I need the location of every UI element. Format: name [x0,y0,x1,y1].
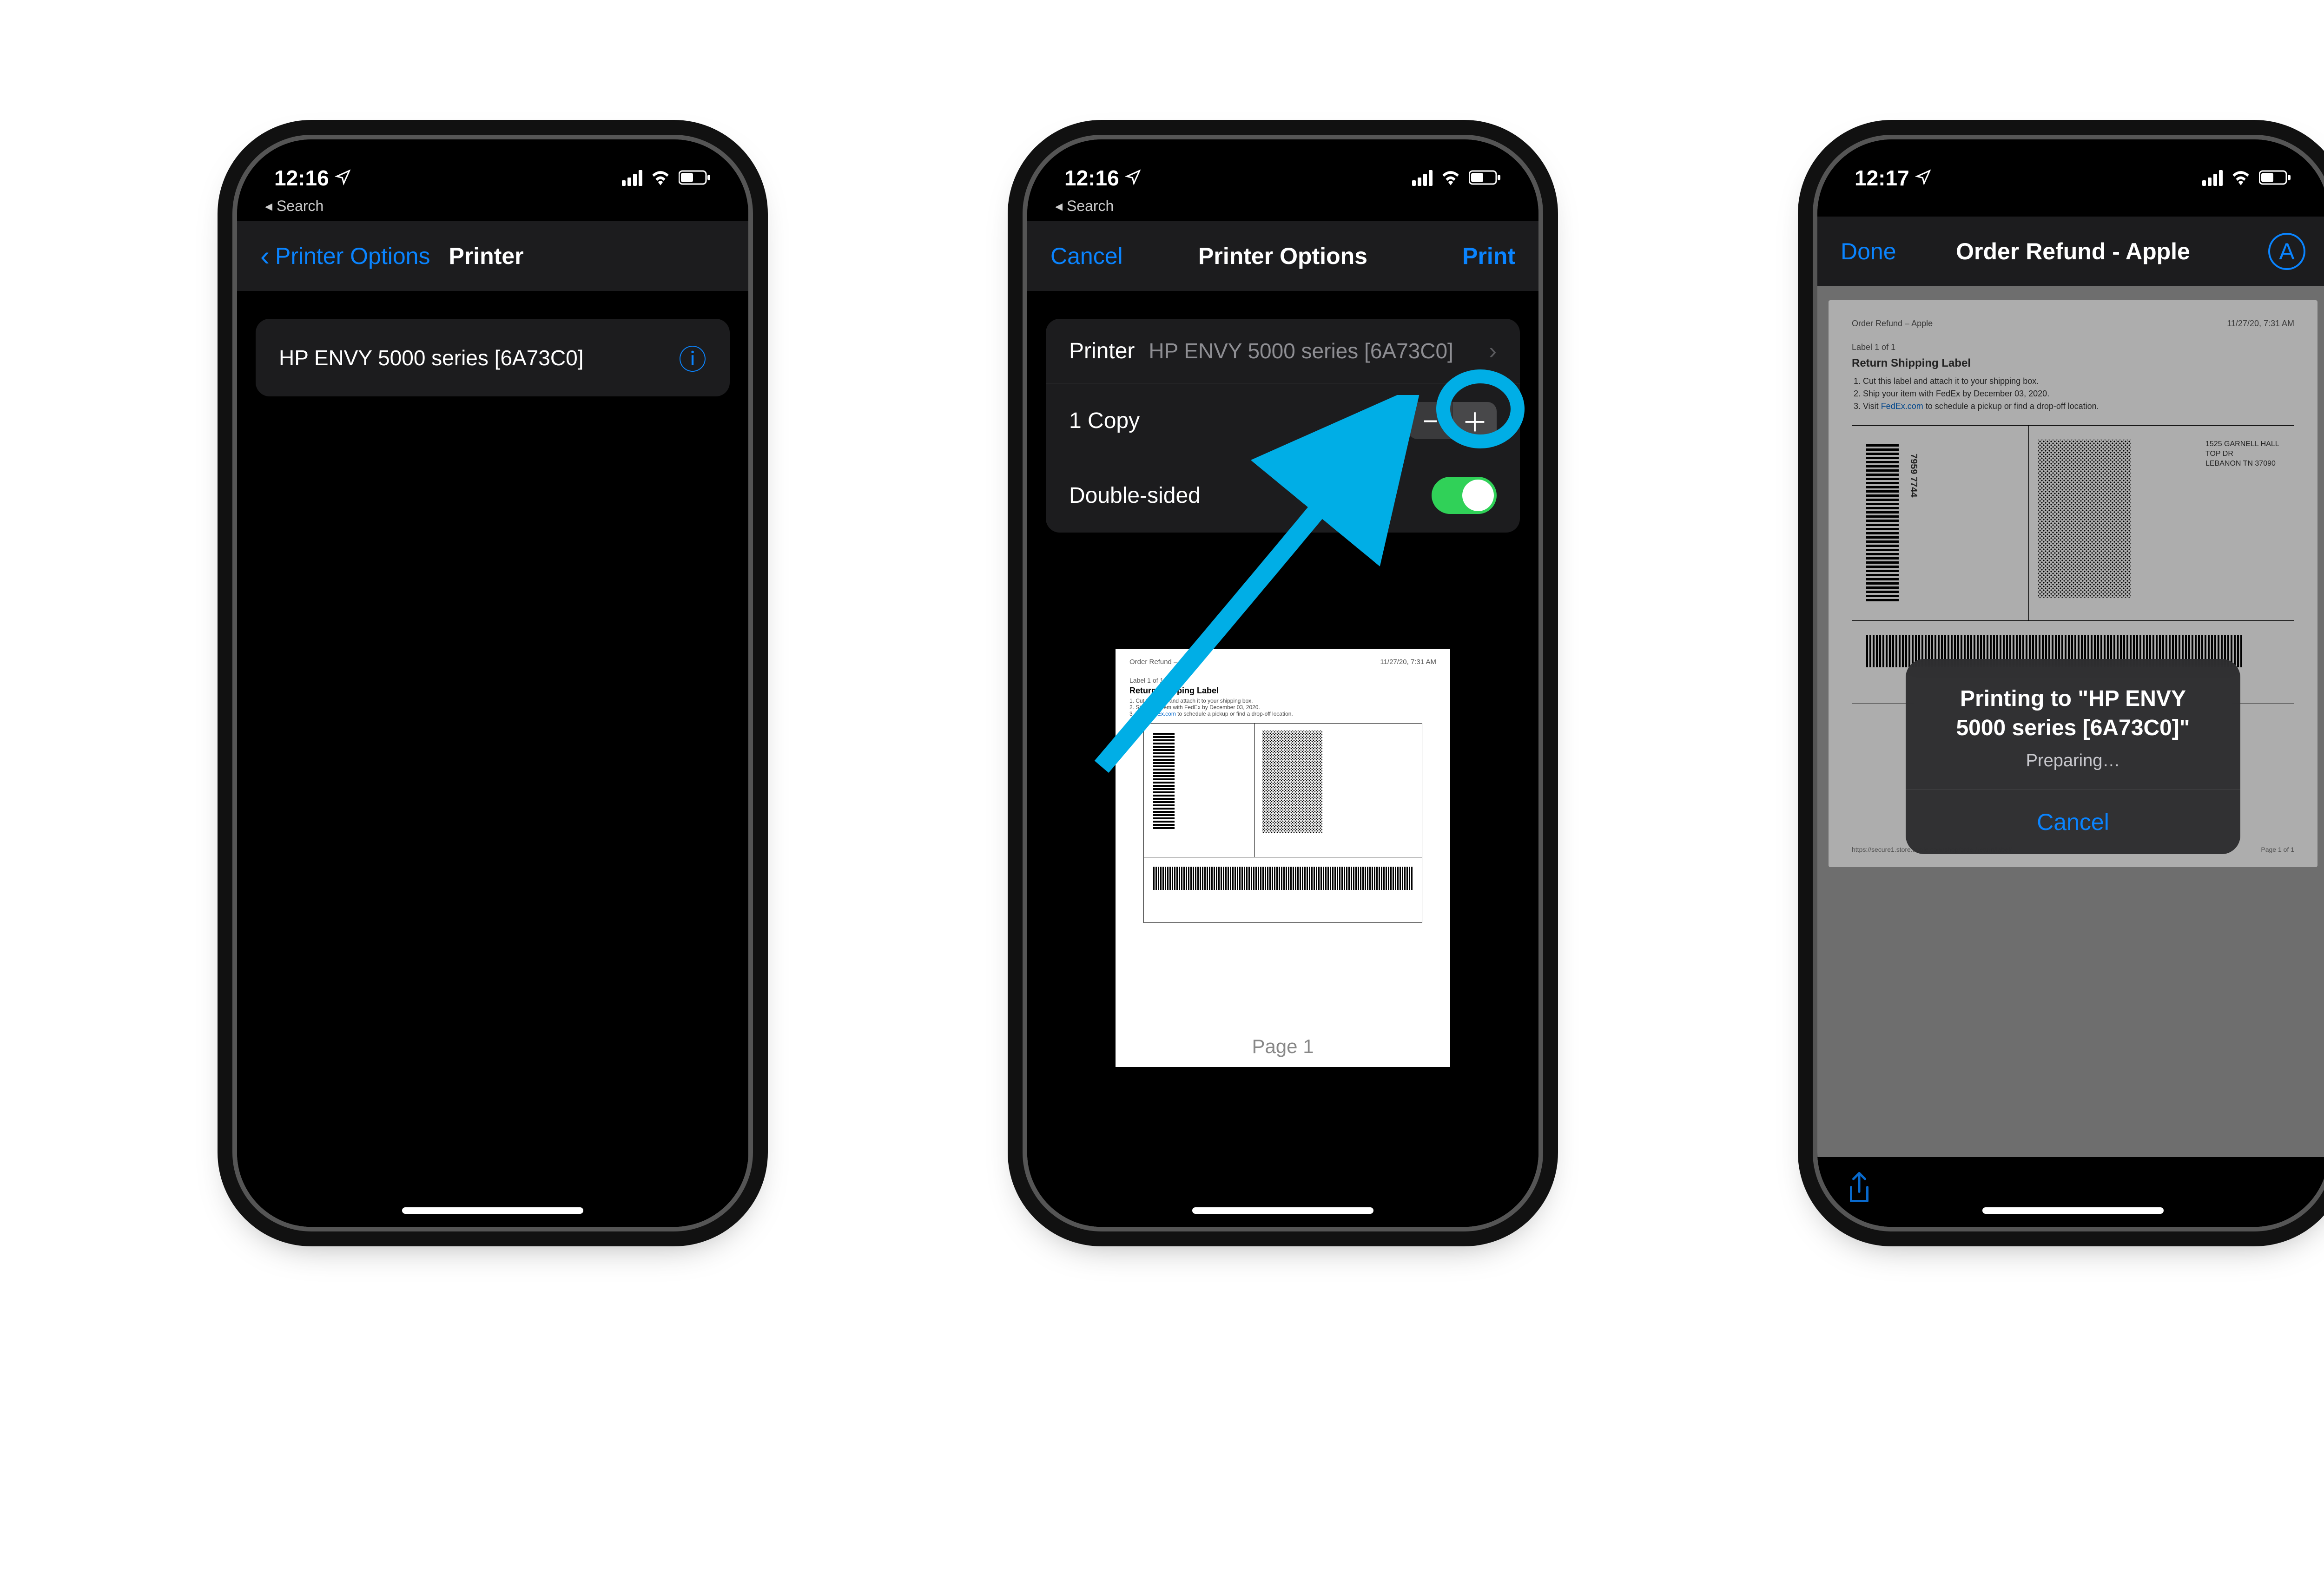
reader-text-size-button[interactable]: A [2268,233,2305,270]
nav-back-button[interactable]: ‹ Printer Options [260,242,430,270]
wifi-icon [651,165,670,191]
preview-shipping-label [1143,723,1422,923]
printer-select-row[interactable]: Printer HP ENVY 5000 series [6A73C0] › [1046,319,1520,383]
home-indicator[interactable] [402,1207,583,1214]
printing-alert: Printing to "HP ENVY 5000 series [6A73C0… [1906,659,2240,854]
alert-title: Printing to "HP ENVY 5000 series [6A73C0… [1934,685,2212,743]
alert-message: Preparing… [1934,751,2212,771]
preview-doc-date: 11/27/20, 7:31 AM [1380,658,1436,666]
alert-cancel-label: Cancel [2037,809,2109,835]
screen: 12:17 Done Order Refund - Apple A [1817,139,2324,1227]
double-sided-toggle[interactable] [1432,477,1497,514]
preview-doc-header: Order Refund – Apple [1129,658,1197,666]
device-notch [1952,139,2194,184]
document-viewer: Order Refund – Apple11/27/20, 7:31 AM La… [1817,286,2324,1227]
chevron-left-icon: ‹ [260,242,270,270]
location-icon [1915,165,1932,191]
phone-frame-printing-progress: 12:17 Done Order Refund - Apple A [1817,139,2324,1227]
alert-backdrop: Printing to "HP ENVY 5000 series [6A73C0… [1817,286,2324,1227]
location-icon [1125,165,1142,191]
status-time: 12:16 [274,165,329,191]
phone-frame-printer-options: 12:16 ◂ Search Cancel Printer Options Pr… [1027,139,1538,1227]
page-preview-thumbnail[interactable]: Order Refund – Apple 11/27/20, 7:31 AM La… [1116,649,1450,1067]
aa-icon: A [2279,238,2294,265]
toggle-knob [1462,480,1494,511]
cancel-label: Cancel [1050,243,1123,270]
chevron-right-icon: › [1489,337,1497,364]
nav-bar: ‹ Printer Options Printer [237,221,748,291]
done-button[interactable]: Done [1841,238,1896,265]
printer-row[interactable]: HP ENVY 5000 series [6A73C0] ⓘ [256,319,730,396]
home-indicator[interactable] [1192,1207,1373,1214]
annotation-highlight-circle [1436,369,1525,448]
preview-label-of: Label 1 of 1 [1129,677,1163,684]
info-icon[interactable]: ⓘ [679,337,706,378]
page-caption: Page 1 [1116,1035,1450,1058]
preview-steps: 1. Cut this label and attach it to your … [1129,698,1436,717]
nav-title: Order Refund - Apple [1956,238,2190,265]
printer-row-value: HP ENVY 5000 series [6A73C0] [1149,338,1479,363]
device-notch [372,139,614,184]
nav-bar: Cancel Printer Options Print [1027,221,1538,291]
print-preview-area: Order Refund – Apple 11/27/20, 7:31 AM La… [1046,649,1520,1067]
nav-title: Printer [449,243,523,270]
print-button[interactable]: Print [1462,243,1515,270]
screen: 12:16 ◂ Search ‹ Printer Options [237,139,748,1227]
cancel-button[interactable]: Cancel [1050,243,1123,270]
status-time: 12:17 [1855,165,1909,191]
cellular-icon [622,170,642,186]
double-sided-label: Double-sided [1069,483,1201,508]
printer-cell-group: HP ENVY 5000 series [6A73C0] ⓘ [256,319,730,396]
double-sided-row: Double-sided [1046,458,1520,533]
wifi-icon [1441,165,1460,191]
battery-icon [679,165,711,191]
printer-row-label: Printer [1069,338,1135,364]
back-to-search-breadcrumb[interactable]: ◂ Search [1027,195,1538,221]
back-to-search-breadcrumb[interactable]: ◂ Search [237,195,748,221]
location-icon [335,165,351,191]
status-time: 12:16 [1064,165,1119,191]
alert-cancel-button[interactable]: Cancel [1906,790,2240,854]
nav-bar: Done Order Refund - Apple A [1817,217,2324,286]
cellular-icon [1412,170,1433,186]
done-label: Done [1841,238,1896,265]
preview-label-title: Return Shipping Label [1129,686,1219,696]
cellular-icon [2202,170,2223,186]
printer-list-content: HP ENVY 5000 series [6A73C0] ⓘ [237,291,748,1227]
printer-name: HP ENVY 5000 series [6A73C0] [279,345,679,370]
screen: 12:16 ◂ Search Cancel Printer Options Pr… [1027,139,1538,1227]
battery-icon [2259,165,2291,191]
nav-title: Printer Options [1198,243,1367,270]
print-label: Print [1462,243,1515,269]
phone-frame-printer-list: 12:16 ◂ Search ‹ Printer Options [237,139,748,1227]
wifi-icon [2231,165,2251,191]
battery-icon [1469,165,1501,191]
copies-label: 1 Copy [1069,408,1140,434]
device-notch [1162,139,1404,184]
nav-back-label: Printer Options [275,243,430,270]
home-indicator[interactable] [1982,1207,2164,1214]
